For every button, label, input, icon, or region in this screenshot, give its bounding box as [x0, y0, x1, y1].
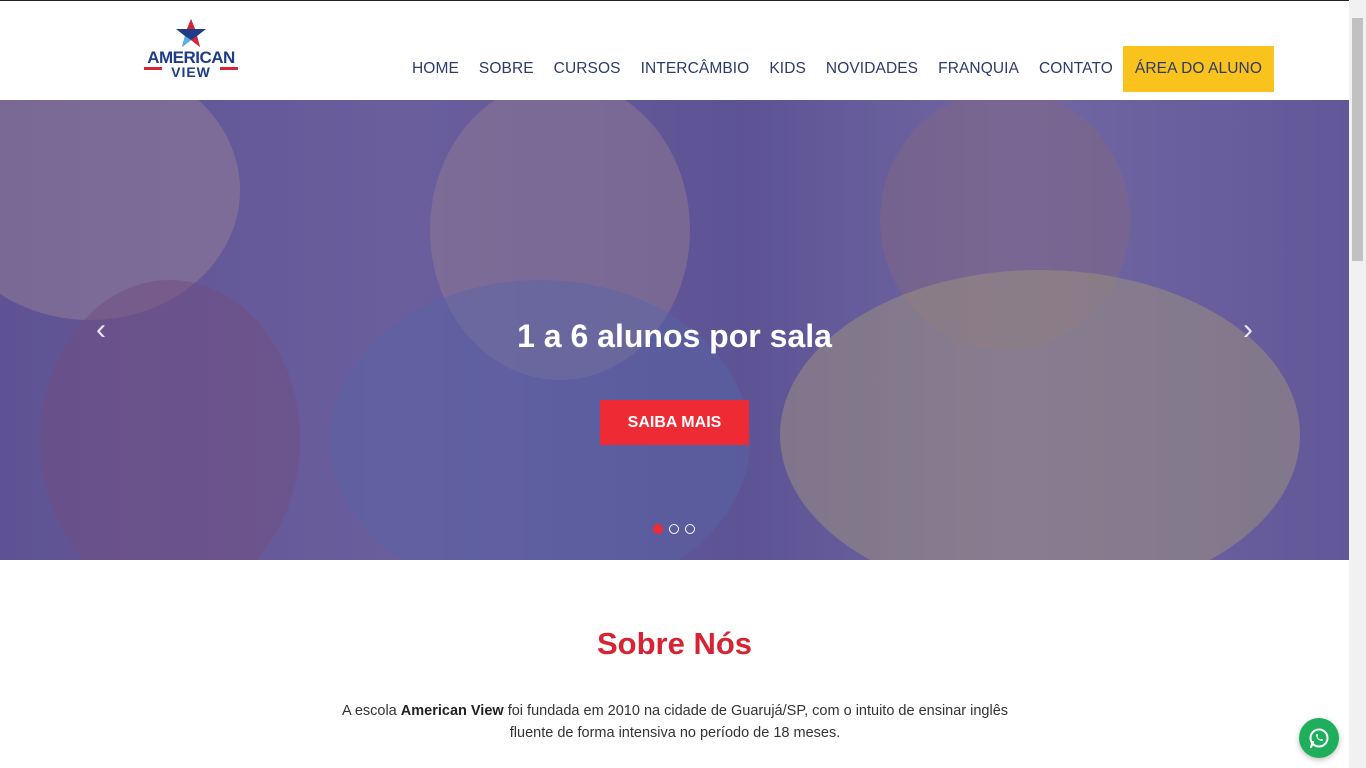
sobre-nos-text: A escola American View foi fundada em 20… [320, 700, 1030, 744]
sobre-nos-heading: Sobre Nós [596, 626, 753, 661]
sobre-text-prefix: A escola [341, 703, 401, 719]
area-do-aluno-button[interactable]: ÁREA DO ALUNO [1122, 46, 1274, 92]
sobre-text-brand: American View [400, 703, 504, 719]
site-header: AMERICAN VIEW HOME SOBRE CURSOS INTERCÂM… [0, 0, 1349, 100]
nav-cursos[interactable]: CURSOS [544, 46, 631, 92]
sobre-text-suffix: foi fundada em 2010 na cidade de Guarujá… [503, 703, 1009, 741]
scrollbar-thumb[interactable] [1352, 18, 1363, 261]
nav-home[interactable]: HOME [402, 46, 469, 92]
whatsapp-button[interactable] [1299, 718, 1339, 758]
nav-novidades[interactable]: NOVIDADES [816, 46, 928, 92]
saiba-mais-button[interactable]: SAIBA MAIS [600, 400, 749, 445]
nav-franquia[interactable]: FRANQUIA [928, 46, 1029, 92]
nav-kids[interactable]: KIDS [759, 46, 816, 92]
star-logo-icon [176, 19, 206, 47]
carousel-indicators [653, 524, 695, 534]
nav-contato[interactable]: CONTATO [1029, 46, 1123, 92]
nav-intercambio[interactable]: INTERCÂMBIO [631, 46, 760, 92]
main-nav: HOME SOBRE CURSOS INTERCÂMBIO KIDS NOVID… [402, 46, 1274, 92]
carousel-dot[interactable] [669, 524, 679, 534]
carousel-dot[interactable] [685, 524, 695, 534]
logo-line2: VIEW [171, 64, 211, 80]
hero-carousel: ‹ › 1 a 6 alunos por sala SAIBA MAIS [0, 100, 1349, 560]
hero-title: 1 a 6 alunos por sala [517, 318, 832, 354]
page-scrollbar[interactable] [1349, 0, 1366, 768]
carousel-dot[interactable] [653, 524, 663, 534]
nav-sobre[interactable]: SOBRE [469, 46, 544, 92]
whatsapp-icon [1309, 728, 1329, 749]
american-view-logo[interactable]: AMERICAN VIEW [140, 15, 242, 83]
